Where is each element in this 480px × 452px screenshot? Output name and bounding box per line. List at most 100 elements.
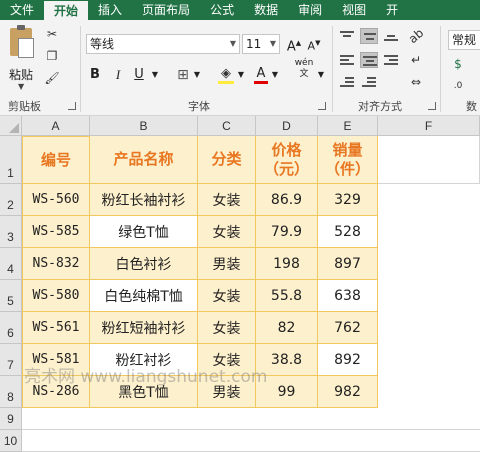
data-cell[interactable]: 86.9	[256, 184, 318, 216]
data-cell[interactable]: 55.8	[256, 280, 318, 312]
data-cell[interactable]: 79.9	[256, 216, 318, 248]
align-bottom-button[interactable]	[382, 28, 400, 44]
font-name-dropdown[interactable]: 等线 ▼	[86, 34, 240, 54]
font-color-icon[interactable]: A	[254, 66, 268, 84]
data-cell[interactable]: WS-580	[22, 280, 90, 312]
data-cell[interactable]: 女装	[198, 280, 256, 312]
tab-formulas[interactable]: 公式	[200, 0, 244, 20]
row-header-4[interactable]: 4	[0, 248, 22, 280]
font-size-dropdown[interactable]: 11 ▼	[242, 34, 280, 54]
wrap-text-icon[interactable]: ↵	[408, 52, 424, 68]
data-cell[interactable]: 897	[318, 248, 378, 280]
align-left-button[interactable]	[338, 52, 356, 68]
header-cell[interactable]: 编号	[22, 136, 90, 184]
column-header-a[interactable]: A	[22, 116, 90, 136]
data-cell[interactable]: 982	[318, 376, 378, 408]
data-cell[interactable]: 女装	[198, 312, 256, 344]
underline-button[interactable]: U	[132, 66, 146, 84]
decrease-font-icon[interactable]: A▼	[306, 34, 322, 53]
data-cell[interactable]: 男装	[198, 376, 256, 408]
data-cell[interactable]: 99	[256, 376, 318, 408]
number-format-dropdown[interactable]: 常规	[448, 30, 480, 50]
borders-icon[interactable]: ⊞	[176, 66, 190, 84]
copy-icon[interactable]: ❐	[44, 48, 60, 64]
data-cell[interactable]: 粉红短袖衬衫	[90, 312, 198, 344]
format-painter-icon[interactable]: 🖌	[44, 70, 60, 86]
phonetic-guide-button[interactable]: wén 文	[294, 58, 314, 79]
row-header-1[interactable]: 1	[0, 136, 22, 184]
font-launcher-icon[interactable]	[318, 102, 326, 110]
header-cell[interactable]: 产品名称	[90, 136, 198, 184]
merge-center-icon[interactable]: ⇔	[404, 74, 428, 90]
fill-color-icon[interactable]: ◈	[218, 66, 234, 84]
data-cell[interactable]: 女装	[198, 344, 256, 376]
data-cell[interactable]: 638	[318, 280, 378, 312]
tab-view[interactable]: 视图	[332, 0, 376, 20]
row-header-8[interactable]: 8	[0, 376, 22, 408]
data-cell[interactable]: 女装	[198, 216, 256, 248]
cut-icon[interactable]: ✂	[44, 26, 60, 42]
data-cell[interactable]: 329	[318, 184, 378, 216]
data-cell[interactable]: 粉红衬衫	[90, 344, 198, 376]
tab-insert[interactable]: 插入	[88, 0, 132, 20]
alignment-launcher-icon[interactable]	[428, 102, 436, 110]
align-center-button[interactable]	[360, 52, 378, 68]
increase-indent-button[interactable]	[360, 74, 378, 90]
tab-review[interactable]: 审阅	[288, 0, 332, 20]
chevron-down-icon[interactable]: ▼	[150, 66, 160, 84]
align-top-button[interactable]	[338, 28, 356, 44]
column-header-e[interactable]: E	[318, 116, 378, 136]
data-cell[interactable]: WS-560	[22, 184, 90, 216]
row-header-5[interactable]: 5	[0, 280, 22, 312]
align-middle-button[interactable]	[360, 28, 378, 44]
row-header-9[interactable]: 9	[0, 408, 22, 430]
column-header-c[interactable]: C	[198, 116, 256, 136]
decrease-indent-button[interactable]	[338, 74, 356, 90]
data-cell[interactable]: 男装	[198, 248, 256, 280]
currency-icon[interactable]: $	[450, 56, 466, 72]
row-header-10[interactable]: 10	[0, 430, 22, 452]
header-cell[interactable]: 价格 （元）	[256, 136, 318, 184]
header-cell[interactable]: 销量 （件）	[318, 136, 378, 184]
bold-button[interactable]: B	[88, 66, 102, 84]
chevron-down-icon[interactable]: ▼	[316, 66, 326, 84]
paste-button[interactable]: 粘贴 ▼	[4, 25, 38, 91]
increase-font-icon[interactable]: A▲	[286, 34, 302, 54]
italic-button[interactable]: I	[112, 66, 124, 84]
chevron-down-icon[interactable]: ▼	[236, 66, 246, 84]
tab-page-layout[interactable]: 页面布局	[132, 0, 200, 20]
data-cell[interactable]: 892	[318, 344, 378, 376]
data-cell[interactable]: 762	[318, 312, 378, 344]
tab-home[interactable]: 开始	[44, 0, 89, 20]
orientation-icon[interactable]: ab	[405, 25, 428, 48]
tab-developer[interactable]: 开	[376, 0, 408, 20]
chevron-down-icon[interactable]: ▼	[270, 66, 280, 84]
column-header-d[interactable]: D	[256, 116, 318, 136]
data-cell[interactable]: 528	[318, 216, 378, 248]
row-header-6[interactable]: 6	[0, 312, 22, 344]
data-cell[interactable]: WS-561	[22, 312, 90, 344]
cell[interactable]	[378, 136, 480, 184]
data-cell[interactable]: 白色纯棉T恤	[90, 280, 198, 312]
data-cell[interactable]: 198	[256, 248, 318, 280]
data-cell[interactable]: 女装	[198, 184, 256, 216]
data-cell[interactable]: 黑色T恤	[90, 376, 198, 408]
data-cell[interactable]: NS-832	[22, 248, 90, 280]
chevron-down-icon[interactable]: ▼	[192, 66, 202, 84]
data-cell[interactable]: WS-585	[22, 216, 90, 248]
header-cell[interactable]: 分类	[198, 136, 256, 184]
column-header-f[interactable]: F	[378, 116, 480, 136]
column-header-b[interactable]: B	[90, 116, 198, 136]
decimal-icon[interactable]: .0	[450, 78, 466, 94]
select-all-button[interactable]	[0, 116, 22, 136]
row-header-7[interactable]: 7	[0, 344, 22, 376]
data-cell[interactable]: 白色衬衫	[90, 248, 198, 280]
tab-file[interactable]: 文件	[0, 0, 44, 20]
empty-row[interactable]	[22, 430, 480, 452]
align-right-button[interactable]	[382, 52, 400, 68]
data-cell[interactable]: 粉红长袖衬衫	[90, 184, 198, 216]
row-header-2[interactable]: 2	[0, 184, 22, 216]
empty-row[interactable]	[22, 408, 480, 430]
data-cell[interactable]: 82	[256, 312, 318, 344]
clipboard-launcher-icon[interactable]	[68, 102, 76, 110]
